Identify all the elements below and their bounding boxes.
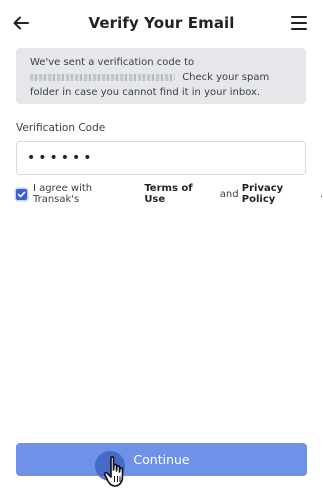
verification-code-label: Verification Code — [16, 122, 106, 134]
agreement-row: I agree with Transak's Terms of Use and … — [16, 183, 323, 205]
header: Verify Your Email — [0, 0, 323, 48]
agree-text: I agree with Transak's — [32, 183, 93, 205]
verification-code-input[interactable] — [16, 141, 306, 175]
hamburger-menu-icon[interactable] — [291, 16, 307, 30]
redacted-email — [30, 73, 175, 81]
check-icon — [17, 191, 26, 197]
terms-of-use-link[interactable]: Terms of Use — [144, 183, 216, 205]
verify-email-page: Verify Your Email We've sent a verificat… — [0, 0, 323, 493]
page-title: Verify Your Email — [88, 14, 235, 32]
agree-checkbox[interactable] — [16, 188, 27, 200]
privacy-policy-link[interactable]: Privacy Policy — [242, 183, 320, 205]
verification-notice: We've sent a verification code to Check … — [16, 48, 306, 104]
and-text: and — [219, 188, 239, 200]
notice-prefix: We've sent a verification code to — [30, 57, 195, 68]
continue-button[interactable]: Continue — [16, 443, 307, 476]
